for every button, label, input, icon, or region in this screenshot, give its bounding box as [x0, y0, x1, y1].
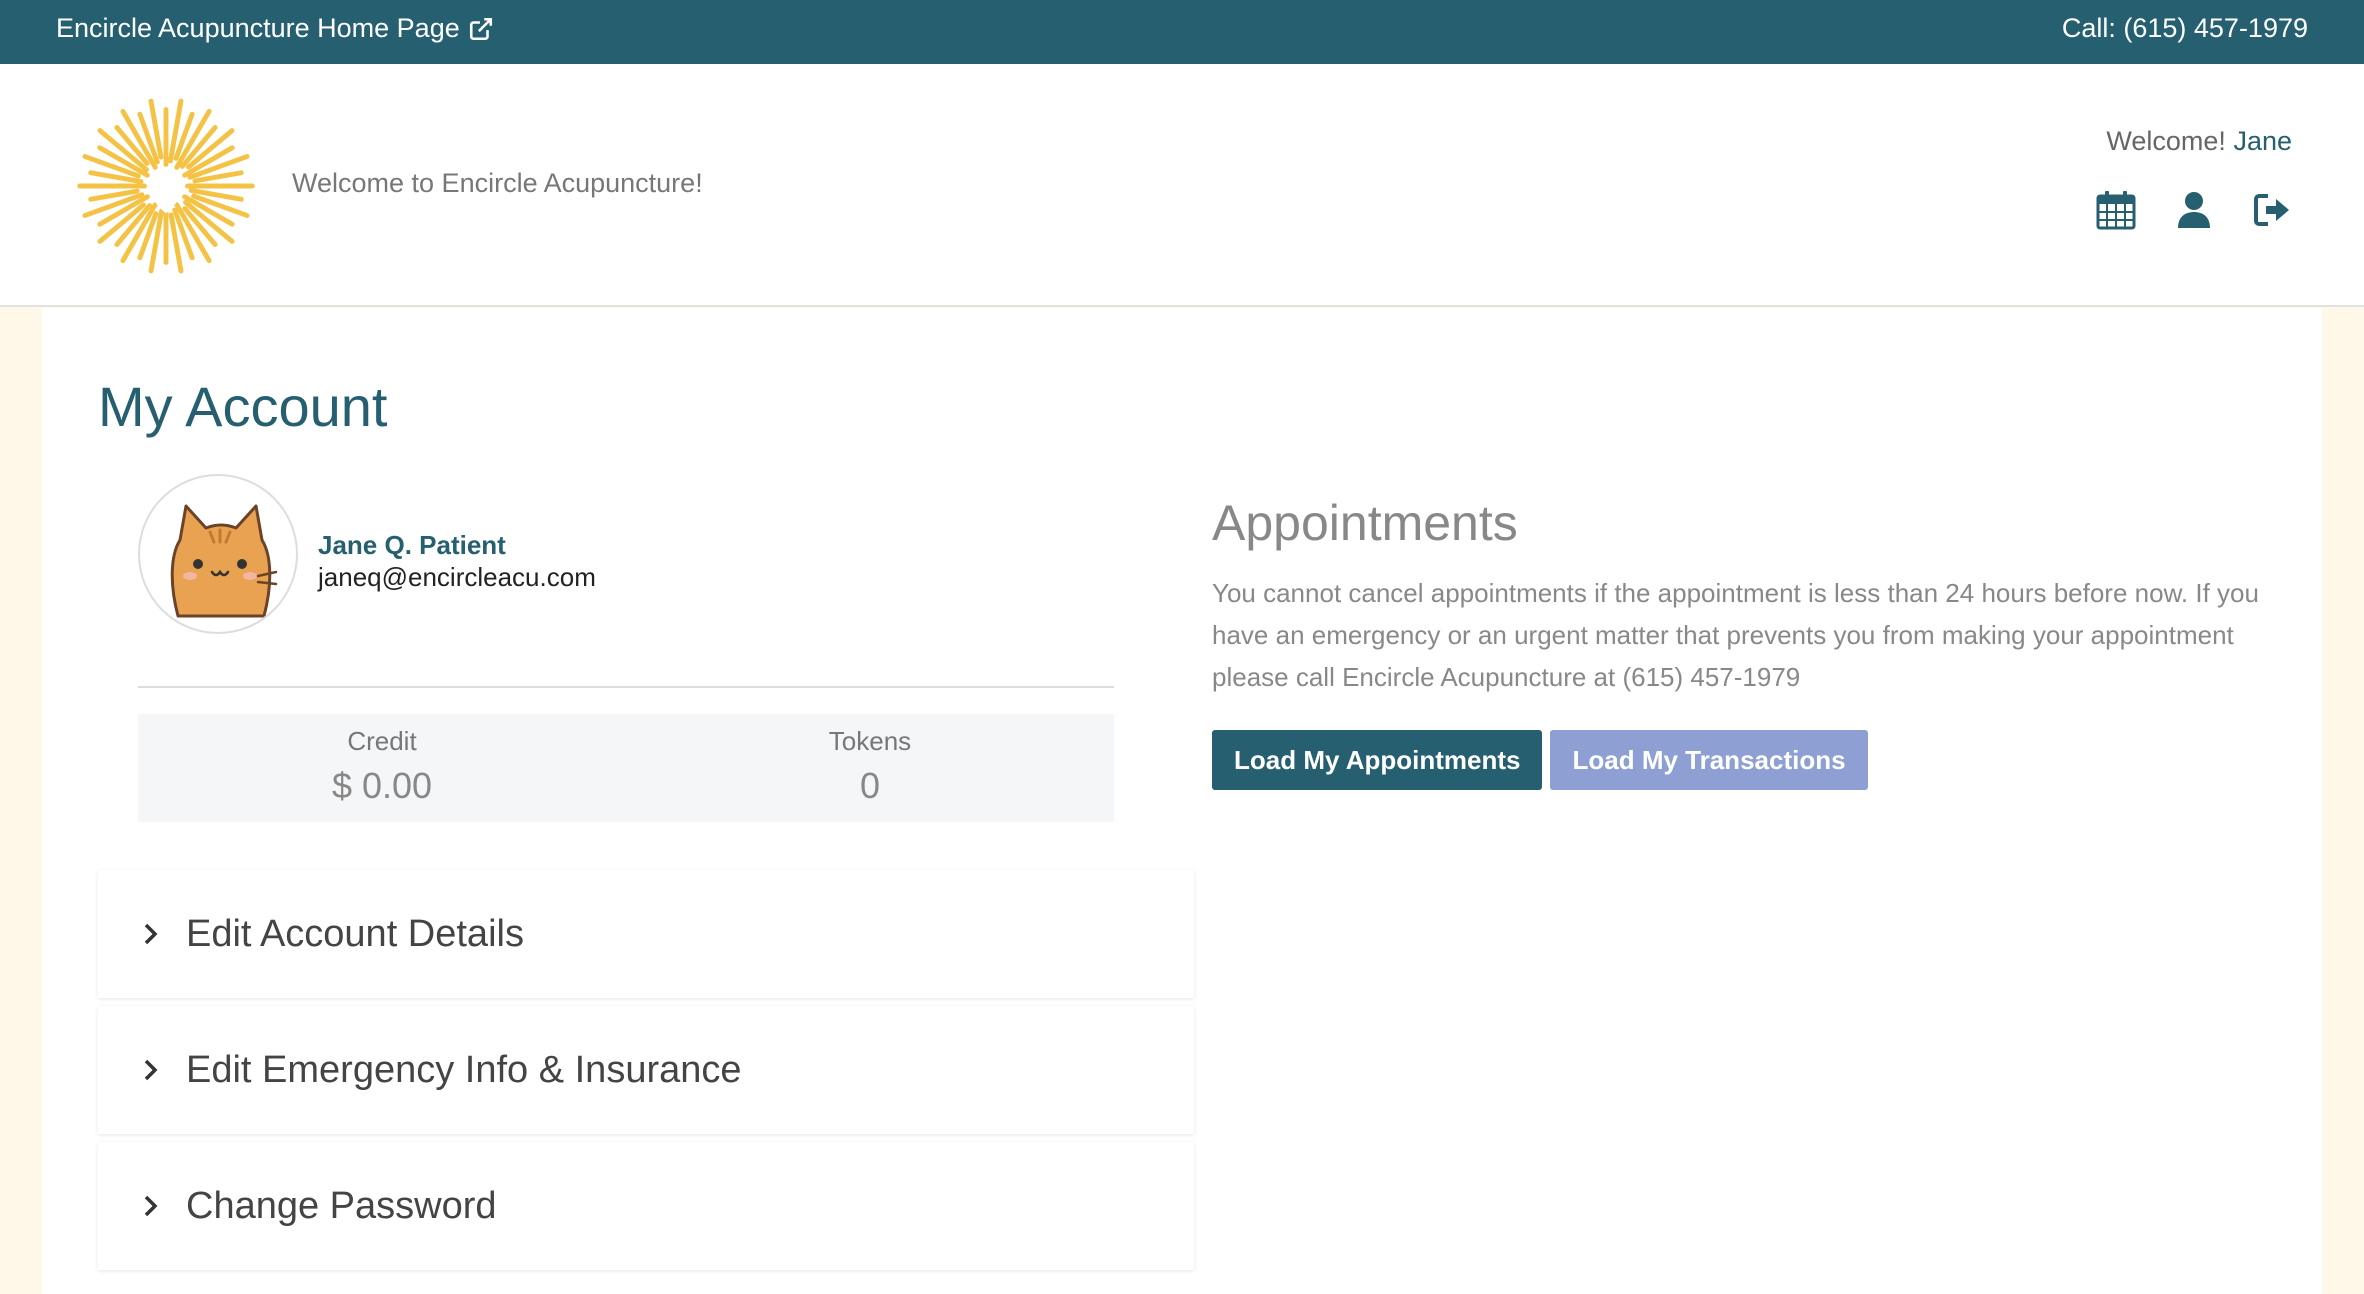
- load-appointments-button[interactable]: Load My Appointments: [1212, 730, 1543, 790]
- chevron-right-icon: [144, 923, 158, 945]
- accordion-label: Edit Emergency Info & Insurance: [186, 1048, 742, 1091]
- appointments-section: Appointments You cannot cancel appointme…: [1212, 494, 2312, 790]
- page-title: My Account: [98, 375, 388, 438]
- sign-out-icon[interactable]: [2250, 188, 2294, 232]
- tokens-stat: Tokens 0: [626, 714, 1114, 822]
- accordion-edit-account-details[interactable]: Edit Account Details: [98, 870, 1194, 998]
- sunburst-heart-logo[interactable]: [68, 88, 264, 284]
- accordion-change-password[interactable]: Change Password: [98, 1142, 1194, 1270]
- load-transactions-button[interactable]: Load My Transactions: [1550, 730, 1868, 790]
- appointments-title: Appointments: [1212, 495, 1518, 551]
- patient-email: janeq@encircleacu.com: [318, 562, 596, 592]
- chevron-right-icon: [144, 1195, 158, 1217]
- credit-value: $ 0.00: [331, 765, 433, 806]
- greeting-label: Welcome!: [2106, 126, 2226, 156]
- cat-avatar-image: [170, 504, 278, 618]
- appointment-actions: Load My Appointments Load My Transaction…: [1212, 730, 2312, 790]
- accordion-label: Edit Account Details: [186, 912, 524, 955]
- credit-label: Credit: [347, 726, 417, 756]
- profile-divider: [138, 686, 1114, 688]
- main-content: My Account Jane Q. Patient janeq@encircl…: [42, 308, 2322, 1294]
- avatar: [138, 474, 298, 634]
- site-header: Welcome to Encircle Acupuncture! Welcome…: [0, 64, 2364, 307]
- accordion-label: Change Password: [186, 1184, 497, 1227]
- chevron-right-icon: [144, 1059, 158, 1081]
- user-greeting: Welcome! Jane: [2106, 126, 2292, 157]
- external-link-icon: [469, 17, 492, 40]
- phone-link[interactable]: Call: (615) 457-1979: [2062, 13, 2308, 44]
- accordion-edit-emergency-info[interactable]: Edit Emergency Info & Insurance: [98, 1006, 1194, 1134]
- user-icon[interactable]: [2172, 188, 2216, 232]
- tokens-value: 0: [859, 765, 881, 806]
- calendar-icon[interactable]: [2094, 188, 2138, 232]
- welcome-message: Welcome to Encircle Acupuncture!: [292, 168, 703, 198]
- credit-stat: Credit $ 0.00: [138, 714, 626, 822]
- home-page-link-label: Encircle Acupuncture Home Page: [56, 13, 460, 43]
- home-page-link[interactable]: Encircle Acupuncture Home Page: [56, 13, 494, 44]
- tokens-label: Tokens: [828, 726, 912, 756]
- header-actions: [2094, 188, 2294, 232]
- top-bar: Encircle Acupuncture Home Page Call: (61…: [0, 0, 2364, 64]
- account-balance: Credit $ 0.00 Tokens 0: [138, 714, 1114, 822]
- user-name[interactable]: Jane: [2233, 126, 2292, 156]
- patient-name: Jane Q. Patient: [318, 530, 506, 560]
- cancellation-policy: You cannot cancel appointments if the ap…: [1212, 578, 2259, 692]
